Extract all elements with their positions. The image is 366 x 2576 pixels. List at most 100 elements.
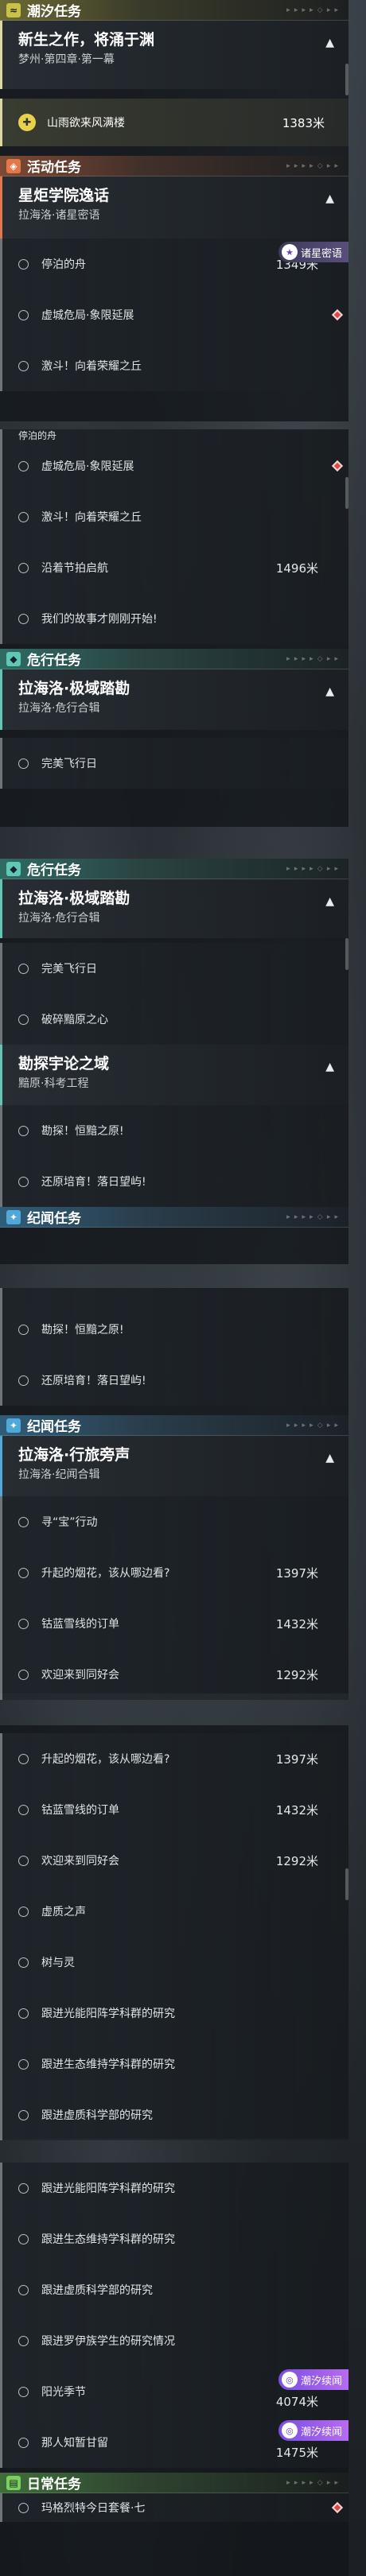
danger-quest-card[interactable]: 拉海洛·极域踏勘 拉海洛·危行合辑 ▲: [0, 879, 348, 938]
step-circle-icon: [18, 613, 29, 624]
quest-step[interactable]: 钴蓝雪线的订单 1432米: [0, 1598, 348, 1649]
quest-step[interactable]: 还原培育！落日望屿!: [0, 1355, 348, 1406]
step-label: 虚质之声: [41, 1906, 86, 1918]
chevron-up-icon[interactable]: ▲: [325, 192, 334, 205]
section-header-daily[interactable]: ▤ 日常任务 ▸ ▸ ▸ ▸ ◇ ▸ ▸: [0, 2473, 348, 2493]
step-distance: 1432米: [275, 1802, 318, 1818]
quest-step[interactable]: 完美飞行日: [0, 943, 348, 994]
chevron-up-icon[interactable]: ▲: [325, 1452, 334, 1465]
step-label: 钴蓝雪线的订单: [41, 1618, 119, 1631]
danger-quest-card[interactable]: 勘探宇论之域 黯原·科考工程 ▲: [0, 1045, 348, 1105]
section-title: 危行任务: [27, 653, 81, 669]
quest-step[interactable]: 沿着节拍启航 1496米: [0, 542, 348, 593]
step-label: 虚城危局·象限延展: [41, 309, 134, 322]
quest-step[interactable]: 虚城危局·象限延展: [0, 289, 348, 340]
chevron-up-icon[interactable]: ▲: [325, 685, 334, 698]
quest-step[interactable]: 阳光季节 4074米 ◎ 潮汐续闻: [0, 2366, 348, 2417]
quest-step[interactable]: 勘探！恒黯之原!: [0, 1304, 348, 1355]
event-quest-card[interactable]: 星炬学院逸话 拉海洛·诸星密语 ▲: [0, 177, 348, 239]
scrollbar[interactable]: [345, 1868, 348, 1900]
chevron-up-icon[interactable]: ▲: [325, 895, 334, 908]
decoration: ▸ ▸ ▸ ▸ ◇ ▸ ▸: [286, 654, 339, 663]
step-label: 那人知暂甘留: [41, 2437, 108, 2450]
step-circle-icon: [18, 1957, 29, 1968]
step-circle-icon: [18, 2284, 29, 2295]
step-label: 跟进虚质科学部的研究: [41, 2284, 153, 2297]
decoration: ▸ ▸ ▸ ▸ ◇ ▸ ▸: [286, 1212, 339, 1221]
daily-icon: ▤: [6, 2475, 21, 2490]
danger-icon: ◆: [6, 861, 21, 876]
step-circle-icon: [18, 1804, 29, 1815]
chevron-up-icon[interactable]: ▲: [325, 37, 334, 49]
quest-step[interactable]: 跟进光能阳阵学科群的研究: [0, 2163, 348, 2213]
quest-step[interactable]: 树与灵: [0, 1937, 348, 1988]
quest-step[interactable]: 还原培育！落日望屿!: [0, 1156, 348, 1207]
quest-step[interactable]: 停泊的舟 1349米 ★ 诸星密语: [0, 239, 348, 289]
danger-icon: ◆: [6, 651, 21, 666]
quest-step[interactable]: 跟进虚质科学部的研究: [0, 2264, 348, 2315]
step-distance: 1292米: [275, 1667, 318, 1682]
quest-step[interactable]: 我们的故事才刚刚开始!: [0, 593, 348, 644]
step-label: 欢迎来到同好会: [41, 1669, 119, 1682]
step-distance: 1397米: [275, 1752, 318, 1767]
chevron-up-icon[interactable]: ▲: [325, 1061, 334, 1073]
step-circle-icon: [18, 2182, 29, 2194]
quest-step[interactable]: 破碎黯原之心: [0, 994, 348, 1045]
step-circle-icon: [18, 2109, 29, 2120]
section-header-danger[interactable]: ◆ 危行任务 ▸ ▸ ▸ ▸ ◇ ▸ ▸: [0, 649, 348, 669]
step-label: 停泊的舟: [18, 429, 57, 441]
section-header-event[interactable]: ◈ 活动任务 ▸ ▸ ▸ ▸ ◇ ▸ ▸: [0, 156, 348, 177]
quest-step[interactable]: 欢迎来到同好会 1292米: [0, 1835, 348, 1886]
step-label: 跟进生态维持学科群的研究: [41, 2058, 175, 2071]
step-label: 山雨欲来风满楼: [47, 117, 125, 130]
step-distance: 1383米: [282, 115, 325, 130]
quest-step[interactable]: 跟进生态维持学科群的研究: [0, 2039, 348, 2089]
step-label: 还原培育！落日望屿!: [41, 1176, 146, 1189]
quest-step[interactable]: 寻“宝”行动: [0, 1496, 348, 1547]
quest-step[interactable]: 勘探！恒黯之原!: [0, 1105, 348, 1156]
step-circle-icon: [18, 2058, 29, 2070]
quest-step[interactable]: 升起的烟花，该从哪边看? 1397米: [0, 1547, 348, 1598]
chronicle-icon: ✦: [6, 1418, 21, 1433]
section-header-chronicle[interactable]: ✦ 纪闻任务 ▸ ▸ ▸ ▸ ◇ ▸ ▸: [0, 1415, 348, 1436]
step-circle-icon: [18, 460, 29, 471]
step-label: 跟进罗伊族学生的研究情况: [41, 2335, 175, 2348]
scrollbar[interactable]: [345, 64, 348, 95]
quest-step[interactable]: 激斗！向着荣耀之丘: [0, 491, 348, 542]
quest-step[interactable]: 跟进罗伊族学生的研究情况: [0, 2315, 348, 2366]
quest-title: 星炬学院逸话: [18, 187, 110, 204]
step-circle-icon: [18, 1516, 29, 1527]
event-icon: ◈: [6, 158, 21, 173]
decoration: ▸ ▸ ▸ ▸ ◇ ▸ ▸: [286, 864, 339, 873]
quest-step[interactable]: 跟进虚质科学部的研究: [0, 2089, 348, 2140]
quest-step[interactable]: 虚质之声: [0, 1886, 348, 1937]
step-circle-icon: [18, 2008, 29, 2019]
quest-step[interactable]: 跟进光能阳阵学科群的研究: [0, 1988, 348, 2039]
section-title: 纪闻任务: [27, 1211, 81, 1227]
decoration: ▸ ▸ ▸ ▸ ◇ ▸ ▸: [286, 1421, 339, 1430]
section-header-danger[interactable]: ◆ 危行任务 ▸ ▸ ▸ ▸ ◇ ▸ ▸: [0, 859, 348, 879]
step-circle-icon: [18, 1753, 29, 1764]
step-label: 勘探！恒黯之原!: [41, 1125, 124, 1138]
quest-step[interactable]: 跟进生态维持学科群的研究: [0, 2213, 348, 2264]
scrollbar[interactable]: [345, 938, 348, 970]
step-label: 树与灵: [41, 1957, 75, 1969]
quest-step[interactable]: 激斗！向着荣耀之丘: [0, 340, 348, 391]
quest-step[interactable]: 钴蓝雪线的订单 1432米: [0, 1784, 348, 1835]
tide-quest-card[interactable]: 新生之作，将涌于渊 梦州·第四章·第一幕 ▲: [0, 21, 348, 89]
tracked-step[interactable]: ✚ 山雨欲来风满楼 1383米: [0, 99, 348, 146]
quest-step[interactable]: 升起的烟花，该从哪边看? 1397米: [0, 1733, 348, 1784]
quest-step[interactable]: 玛格烈特今日套餐·七: [0, 2493, 348, 2522]
section-header-tide[interactable]: ≈ 潮汐任务 ▸ ▸ ▸ ▸ ◇ ▸ ▸: [0, 0, 348, 21]
quest-step[interactable]: 虚城危局·象限延展: [0, 440, 348, 491]
section-header-chronicle[interactable]: ✦ 纪闻任务 ▸ ▸ ▸ ▸ ◇ ▸ ▸: [0, 1207, 348, 1228]
quest-step[interactable]: 欢迎来到同好会 1292米: [0, 1649, 348, 1700]
quest-step[interactable]: 那人知暂甘留 1475米 ◎ 潮汐续闻: [0, 2417, 348, 2468]
step-label: 阳光季节: [41, 2386, 86, 2399]
chronicle-quest-card[interactable]: 拉海洛·行旅旁声 拉海洛·纪闻合辑 ▲: [0, 1436, 348, 1496]
quest-step[interactable]: 完美飞行日: [0, 738, 348, 789]
step-distance: 1432米: [275, 1616, 318, 1631]
badge-label: 潮汐续闻: [300, 2375, 342, 2388]
scrollbar[interactable]: [345, 477, 348, 509]
danger-quest-card[interactable]: 拉海洛·极域踏勘 拉海洛·危行合辑 ▲: [0, 669, 348, 730]
